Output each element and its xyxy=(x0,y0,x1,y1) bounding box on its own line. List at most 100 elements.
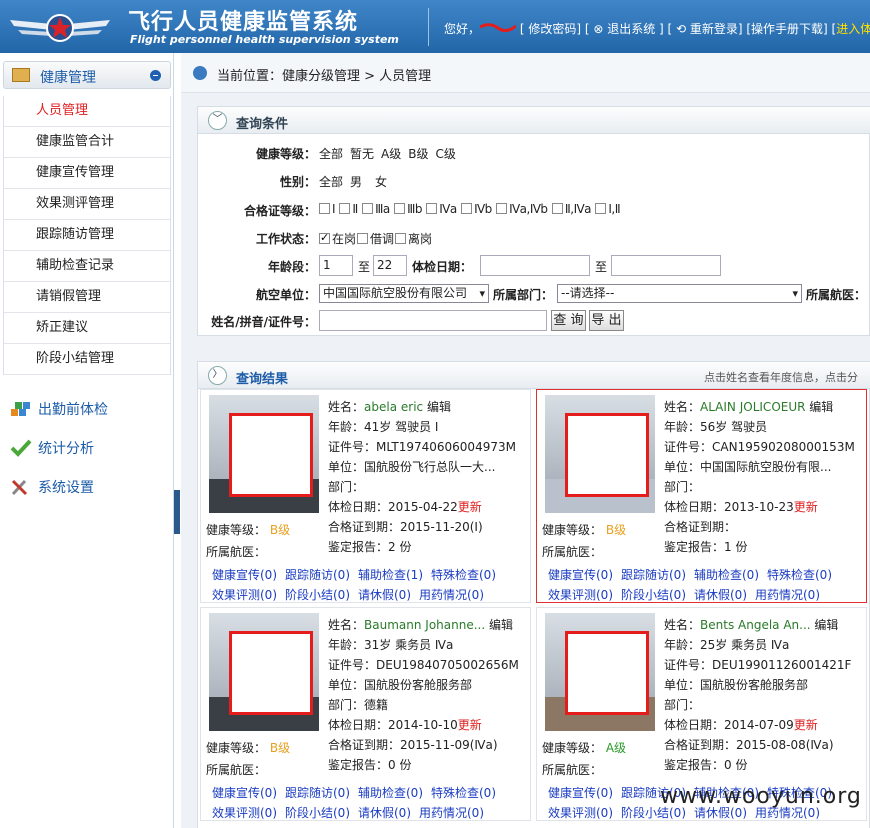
cert-checkbox[interactable] xyxy=(362,203,374,214)
query-panel-header[interactable]: ﹀ 查询条件 xyxy=(198,107,870,134)
main-content: 当前位置：健康分级管理 > 人员管理 ﹀ 查询条件 健康等级： 全部 暂无 A级 B级… xyxy=(181,53,870,828)
cert-level-options: Ⅰ Ⅱ Ⅲa Ⅲb Ⅳa Ⅳb Ⅳa,Ⅳb Ⅱ,Ⅳa Ⅰ,Ⅱ xyxy=(319,202,627,216)
work-checkbox[interactable] xyxy=(357,233,369,244)
aux-exam-link[interactable]: 辅助检查(0) xyxy=(358,786,423,800)
aux-exam-link[interactable]: 辅助检查(1) xyxy=(358,568,423,582)
update-badge[interactable]: 更新 xyxy=(458,500,482,514)
header-divider xyxy=(428,8,429,46)
special-exam-link[interactable]: 特殊检查(0) xyxy=(431,786,496,800)
edit-link[interactable]: 编辑 xyxy=(809,400,833,414)
cert-checkbox[interactable] xyxy=(394,203,406,214)
promotion-link[interactable]: 健康宣传(0) xyxy=(548,786,613,800)
sidebar-item-evaluation[interactable]: 效果测评管理 xyxy=(4,189,170,220)
cert-checkbox[interactable] xyxy=(461,203,473,214)
special-exam-link[interactable]: 特殊检查(0) xyxy=(767,568,832,582)
cert-checkbox[interactable] xyxy=(551,203,563,214)
update-badge[interactable]: 更新 xyxy=(794,500,818,514)
airline-select[interactable]: 中国国际航空股份有限公司 xyxy=(319,284,489,303)
search-button[interactable]: 查 询 xyxy=(551,310,586,331)
work-checkbox-checked[interactable] xyxy=(319,231,330,244)
gender-options: 全部男女 xyxy=(319,175,388,189)
name-search-input[interactable] xyxy=(319,310,547,331)
leave-link[interactable]: 请休假(0) xyxy=(358,806,411,820)
chevron-right-icon[interactable]: 〉 xyxy=(208,366,227,385)
sidebar-item-health-total[interactable]: 健康监管合计 xyxy=(4,127,170,158)
summary-link[interactable]: 阶段小结(0) xyxy=(285,588,350,602)
sidebar-collapse-handle[interactable] xyxy=(174,490,180,534)
update-badge[interactable]: 更新 xyxy=(794,718,818,732)
medication-link[interactable]: 用药情况(0) xyxy=(419,588,484,602)
gender-row: 性别： 全部男女 xyxy=(198,173,870,195)
update-badge[interactable]: 更新 xyxy=(458,718,482,732)
summary-link[interactable]: 阶段小结(0) xyxy=(285,806,350,820)
evaluation-link[interactable]: 效果评测(0) xyxy=(548,806,613,820)
edit-link[interactable]: 编辑 xyxy=(427,400,451,414)
sidebar-item-personnel[interactable]: 人员管理 xyxy=(4,96,170,127)
exam-date-from-input[interactable] xyxy=(480,255,590,276)
sidebar-item-leave[interactable]: 请销假管理 xyxy=(4,282,170,313)
followup-link[interactable]: 跟踪随访(0) xyxy=(285,786,350,800)
edit-link[interactable]: 编辑 xyxy=(814,618,838,632)
leave-link[interactable]: 请休假(0) xyxy=(358,588,411,602)
checkmark-icon xyxy=(10,439,32,457)
results-hint: 点击姓名查看年度信息，点击分 xyxy=(704,371,858,384)
photo-redaction xyxy=(229,631,313,715)
aux-exam-link[interactable]: 辅助检查(0) xyxy=(694,568,759,582)
work-status-row: 工作状态： 在岗借调离岗 xyxy=(198,230,870,252)
followup-link[interactable]: 跟踪随访(0) xyxy=(621,568,686,582)
breadcrumb-text: 当前位置：健康分级管理 > 人员管理 xyxy=(217,69,432,84)
sidebar-item-promotion[interactable]: 健康宣传管理 xyxy=(4,158,170,189)
cert-checkbox[interactable] xyxy=(595,203,607,214)
collapse-minus-icon[interactable] xyxy=(150,70,161,81)
promotion-link[interactable]: 健康宣传(0) xyxy=(212,568,277,582)
work-checkbox[interactable] xyxy=(395,233,407,244)
card-links: 健康宣传(0) 跟踪随访(0) 辅助检查(1) 特殊检查(0) 效果评测(0) 阶段小结… xyxy=(212,565,504,605)
age-to-input[interactable]: 22 xyxy=(373,255,407,276)
cert-checkbox[interactable] xyxy=(426,203,438,214)
cert-checkbox[interactable] xyxy=(339,203,351,214)
summary-link[interactable]: 阶段小结(0) xyxy=(621,588,686,602)
person-card: 姓名：abela eric 编辑 年龄：41岁 驾驶员 Ⅰ 证件号：MLT197… xyxy=(200,389,531,603)
health-level-badge: A级 xyxy=(605,741,627,755)
sidebar-menu: 人员管理 健康监管合计 健康宣传管理 效果测评管理 跟踪随访管理 辅助检查记录 … xyxy=(3,96,171,375)
person-name-link[interactable]: abela eric xyxy=(364,397,423,417)
sidebar-section-health[interactable]: 健康管理 xyxy=(3,61,171,89)
edit-link[interactable]: 编辑 xyxy=(489,618,513,632)
exam-date-to-input[interactable] xyxy=(611,255,721,276)
sidebar: 健康管理 人员管理 健康监管合计 健康宣传管理 效果测评管理 跟踪随访管理 辅助… xyxy=(0,53,174,828)
evaluation-link[interactable]: 效果评测(0) xyxy=(212,588,277,602)
header-links[interactable]: [ 修改密码] [ ⊗ 退出系统 ] [ ⟲ 重新登录] [操作手册下载] [ xyxy=(520,22,836,36)
health-level-info: 健康等级： A级 所属航医： xyxy=(542,741,627,777)
promotion-link[interactable]: 健康宣传(0) xyxy=(548,568,613,582)
evaluation-link[interactable]: 效果评测(0) xyxy=(548,588,613,602)
sidebar-item-correction[interactable]: 矫正建议 xyxy=(4,313,170,344)
cert-checkbox[interactable] xyxy=(496,203,508,214)
results-title: 查询结果 xyxy=(236,372,289,387)
app-title: 飞行人员健康监管系统 xyxy=(128,10,359,35)
user-bar: 您好， [ 修改密码] [ ⊗ 退出系统 ] [ ⟲ 重新登录] [操作手册下载… xyxy=(444,20,870,37)
sidebar-item-aux-exam[interactable]: 辅助检查记录 xyxy=(4,251,170,282)
person-name-link[interactable]: Baumann Johanne... xyxy=(364,615,485,635)
work-status-options: 在岗借调离岗 xyxy=(319,230,439,247)
cert-checkbox[interactable] xyxy=(319,203,330,214)
person-name-link[interactable]: ALAIN JOLICOEUR xyxy=(700,397,805,417)
chevron-down-icon[interactable]: ﹀ xyxy=(208,111,227,130)
special-exam-link[interactable]: 特殊检查(0) xyxy=(431,568,496,582)
sidebar-item-followup[interactable]: 跟踪随访管理 xyxy=(4,220,170,251)
results-panel-header[interactable]: 〉 查询结果 点击姓名查看年度信息，点击分 xyxy=(198,362,870,389)
user-name-redacted xyxy=(479,21,517,33)
person-info: 姓名：ALAIN JOLICOEUR 编辑 年龄：56岁 驾驶员 证件号：CAN… xyxy=(664,397,864,557)
followup-link[interactable]: 跟踪随访(0) xyxy=(285,568,350,582)
health-level-badge: B级 xyxy=(269,741,291,755)
evaluation-link[interactable]: 效果评测(0) xyxy=(212,806,277,820)
enter-link[interactable]: 进入体 xyxy=(836,22,870,36)
department-select[interactable]: --请选择-- xyxy=(557,284,802,303)
promotion-link[interactable]: 健康宣传(0) xyxy=(212,786,277,800)
export-button[interactable]: 导 出 xyxy=(589,310,624,331)
sidebar-item-summary[interactable]: 阶段小结管理 xyxy=(4,344,170,375)
age-from-input[interactable]: 1 xyxy=(319,255,353,276)
medication-link[interactable]: 用药情况(0) xyxy=(419,806,484,820)
medication-link[interactable]: 用药情况(0) xyxy=(755,588,820,602)
person-name-link[interactable]: Bents Angela An... xyxy=(700,615,811,635)
leave-link[interactable]: 请休假(0) xyxy=(694,588,747,602)
